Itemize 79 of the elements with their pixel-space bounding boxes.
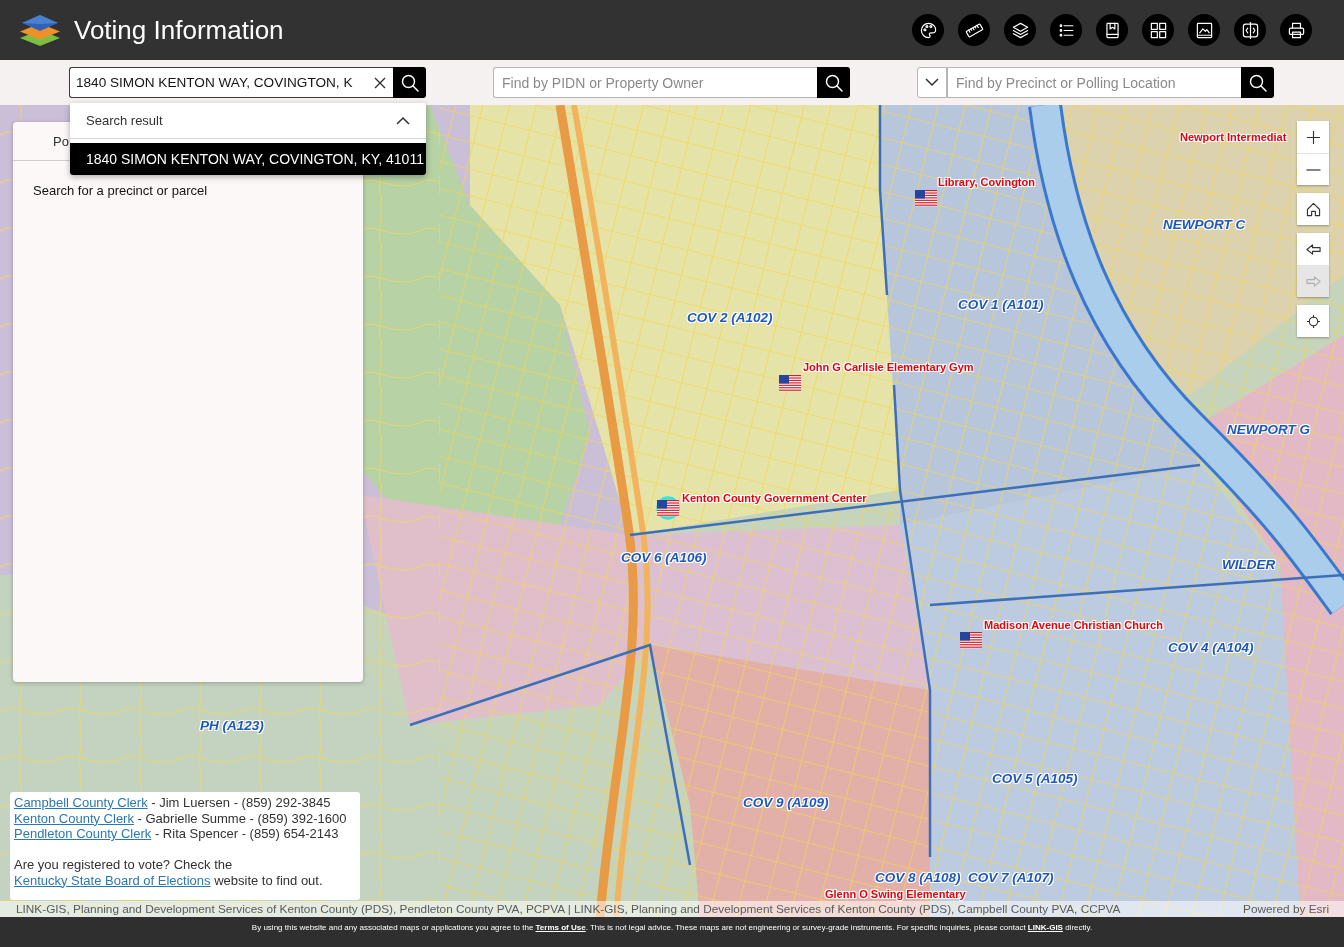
disclaimer-text: By using this website and any associated maps or applications you agree to the Terms of Use. This is not legal advice. These maps are not engineering or survey-grade instruments. For specific inquiries, please contact LINK-GIS directly. <box>251 922 1093 934</box>
tool-button[interactable] <box>1280 14 1312 46</box>
panel-message: Search for a precinct or parcel <box>32 182 209 199</box>
precinct-label: WILDER <box>1222 557 1276 573</box>
esri-credit: Powered by Esri <box>1243 902 1329 916</box>
precinct-label: COV 5 (A105) <box>992 771 1078 787</box>
palette-icon <box>918 20 938 40</box>
tool-button[interactable] <box>1096 14 1128 46</box>
home-icon <box>1305 201 1321 217</box>
panel-tab[interactable]: Po <box>53 133 69 149</box>
flag-icon[interactable] <box>915 190 937 207</box>
result-item[interactable]: 1840 SIMON KENTON WAY, COVINGTON, KY, 41011 <box>70 143 426 175</box>
zoom-in-button[interactable] <box>1297 121 1329 153</box>
attribution-text: LINK-GIS, Planning and Development Services of Kenton County (PDS), Pendleton County PVA, PCPVA | LINK-GIS, Planning and Development Services of Kenton County (PDS), Campbell County PVA, CCPVA <box>16 902 1121 916</box>
footer-link[interactable]: LINK-GIS <box>1027 923 1063 932</box>
ruler-icon <box>964 20 984 40</box>
highlighted-flag-icon[interactable] <box>656 496 680 520</box>
tool-button[interactable] <box>958 14 990 46</box>
close-icon <box>373 76 386 89</box>
split-view-icon <box>1240 20 1260 40</box>
tool-button[interactable] <box>1050 14 1082 46</box>
polling-place-label[interactable]: John G Carlisle Elementary Gym <box>803 361 974 374</box>
precinct-label: COV 7 (A107) <box>968 870 1054 886</box>
search-button[interactable] <box>393 67 426 98</box>
tool-button[interactable] <box>1188 14 1220 46</box>
search-icon <box>824 73 843 92</box>
registration-note: Are you registered to vote? Check the Kentucky State Board of Elections website to find out. <box>14 857 324 888</box>
contact-line: Kenton County Clerk - Gabrielle Summe - (859) 392-1600 <box>14 810 348 826</box>
logo-icon <box>20 13 60 47</box>
dropdown-button[interactable] <box>917 67 947 98</box>
flag-icon[interactable] <box>960 632 982 649</box>
flag-icon[interactable] <box>779 375 801 392</box>
left-arrow-icon <box>1305 241 1321 257</box>
app-title: Voting Information <box>74 14 284 46</box>
search-field[interactable]: 1840 SIMON KENTON WAY, COVINGTON, K <box>69 67 393 98</box>
precinct-label: COV 6 (A106) <box>621 550 707 566</box>
polling-place-label[interactable]: Kenton County Government Center <box>682 492 867 505</box>
search-field[interactable]: Find by Precinct or Polling Location <box>947 67 1241 98</box>
polling-place-label[interactable]: Newport Intermediat <box>1180 131 1287 144</box>
search-icon <box>1248 73 1267 92</box>
crosshair-icon <box>1305 313 1321 329</box>
caret-icon <box>925 78 939 87</box>
polling-place-label[interactable]: Library, Covington <box>938 176 1035 189</box>
tool-button[interactable] <box>1234 14 1266 46</box>
minus-icon <box>1305 168 1321 171</box>
tool-button[interactable] <box>1142 14 1174 46</box>
precinct-label: COV 9 (A109) <box>743 795 829 811</box>
clerk-link[interactable]: Kenton County Clerk <box>14 810 134 826</box>
polling-place-label[interactable]: Madison Avenue Christian Church <box>984 619 1163 632</box>
home-button[interactable] <box>1297 193 1329 225</box>
search-button[interactable] <box>817 67 850 98</box>
grid-icon <box>1148 20 1168 40</box>
right-arrow-icon <box>1305 274 1321 289</box>
locate-button[interactable] <box>1297 305 1329 337</box>
clerk-link[interactable]: Campbell County Clerk <box>14 795 148 810</box>
image-icon <box>1194 20 1214 40</box>
printer-icon <box>1286 20 1306 40</box>
plus-icon <box>1305 129 1321 145</box>
precinct-label: COV 1 (A101) <box>958 297 1044 313</box>
contact-line: Campbell County Clerk - Jim Luersen - (859) 292-3845 <box>14 795 332 811</box>
tool-button[interactable] <box>1004 14 1036 46</box>
precinct-label: COV 4 (A104) <box>1168 640 1254 656</box>
zoom-out-button[interactable] <box>1297 153 1329 185</box>
back-button[interactable] <box>1297 233 1329 265</box>
search-field[interactable]: Find by PIDN or Property Owner <box>493 67 817 98</box>
results-toggle[interactable]: Search result <box>70 103 426 139</box>
contact-line: Pendleton County Clerk - Rita Spencer - (859) 654-2143 <box>14 826 340 842</box>
footer-link[interactable]: Terms of Use <box>535 923 586 932</box>
tool-button[interactable] <box>912 14 944 46</box>
precinct-label: NEWPORT C <box>1163 217 1246 233</box>
search-button[interactable] <box>1241 67 1274 98</box>
clerk-link[interactable]: Pendleton County Clerk <box>14 826 152 841</box>
layers-icon <box>1010 20 1030 40</box>
precinct-label: COV 8 (A108) <box>875 870 961 886</box>
precinct-label: NEWPORT G <box>1227 422 1310 438</box>
elections-link[interactable]: Kentucky State Board of Elections <box>14 872 211 888</box>
precinct-label: COV 2 (A102) <box>687 310 773 326</box>
precinct-label: PH (A123) <box>200 718 264 734</box>
search-icon <box>400 73 419 92</box>
